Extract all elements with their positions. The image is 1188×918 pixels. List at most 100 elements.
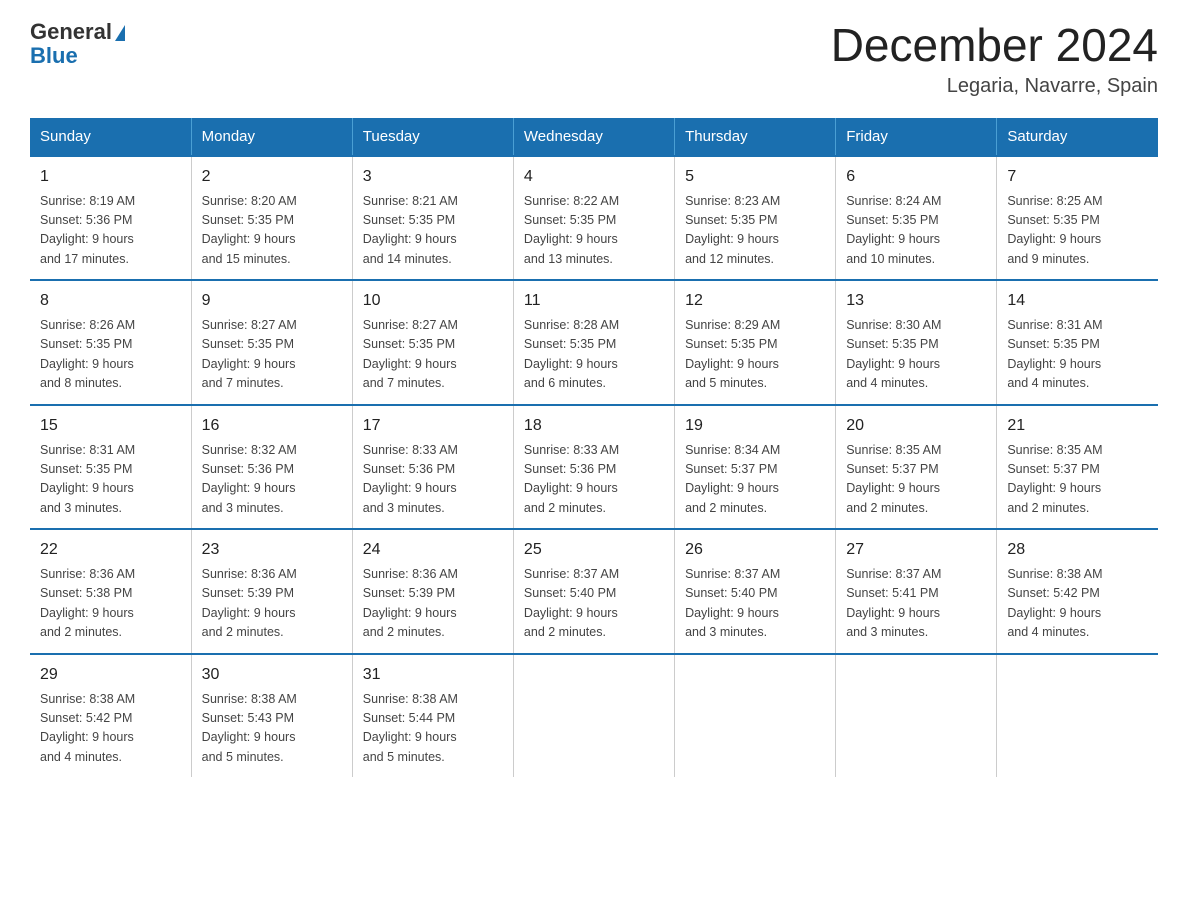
calendar-cell: 3Sunrise: 8:21 AMSunset: 5:35 PMDaylight…	[352, 156, 513, 281]
day-info: Sunrise: 8:33 AMSunset: 5:36 PMDaylight:…	[363, 441, 503, 519]
day-number: 2	[202, 165, 342, 189]
day-info: Sunrise: 8:26 AMSunset: 5:35 PMDaylight:…	[40, 316, 181, 394]
calendar-cell: 25 Sunrise: 8:37 AMSunset: 5:40 PMDayligh…	[513, 529, 674, 654]
calendar-cell: 10 Sunrise: 8:27 AMSunset: 5:35 PMDayligh…	[352, 280, 513, 405]
title-block: December 2024 Legaria, Navarre, Spain	[831, 20, 1158, 98]
day-number: 20	[846, 414, 986, 438]
logo-general-text: General	[30, 19, 112, 44]
day-info: Sunrise: 8:38 AMSunset: 5:44 PMDaylight:…	[363, 690, 503, 768]
day-number: 9	[202, 289, 342, 313]
day-number: 28	[1007, 538, 1148, 562]
day-info: Sunrise: 8:35 AMSunset: 5:37 PMDaylight:…	[1007, 441, 1148, 519]
calendar-cell: 11Sunrise: 8:28 AMSunset: 5:35 PMDayligh…	[513, 280, 674, 405]
calendar-cell: 6 Sunrise: 8:24 AMSunset: 5:35 PMDaylight…	[836, 156, 997, 281]
calendar-cell: 23 Sunrise: 8:36 AMSunset: 5:39 PMDayligh…	[191, 529, 352, 654]
day-number: 7	[1007, 165, 1148, 189]
logo-blue-text: Blue	[30, 43, 78, 68]
day-number: 12	[685, 289, 825, 313]
calendar-cell: 4Sunrise: 8:22 AMSunset: 5:35 PMDaylight…	[513, 156, 674, 281]
day-number: 18	[524, 414, 664, 438]
calendar-week-5: 29Sunrise: 8:38 AMSunset: 5:42 PMDayligh…	[30, 654, 1158, 778]
day-info: Sunrise: 8:38 AMSunset: 5:42 PMDaylight:…	[40, 690, 181, 768]
calendar-week-4: 22 Sunrise: 8:36 AMSunset: 5:38 PMDayligh…	[30, 529, 1158, 654]
day-number: 22	[40, 538, 181, 562]
calendar-week-1: 1 Sunrise: 8:19 AMSunset: 5:36 PMDaylight…	[30, 156, 1158, 281]
day-info: Sunrise: 8:27 AMSunset: 5:35 PMDaylight:…	[363, 316, 503, 394]
day-info: Sunrise: 8:31 AMSunset: 5:35 PMDaylight:…	[40, 441, 181, 519]
day-info: Sunrise: 8:37 AMSunset: 5:41 PMDaylight:…	[846, 565, 986, 643]
calendar-cell: 9 Sunrise: 8:27 AMSunset: 5:35 PMDaylight…	[191, 280, 352, 405]
day-info: Sunrise: 8:20 AMSunset: 5:35 PMDaylight:…	[202, 192, 342, 270]
calendar-header-row: SundayMondayTuesdayWednesdayThursdayFrid…	[30, 118, 1158, 156]
calendar-cell	[513, 654, 674, 778]
header-tuesday: Tuesday	[352, 118, 513, 156]
calendar-cell: 7 Sunrise: 8:25 AMSunset: 5:35 PMDaylight…	[997, 156, 1158, 281]
day-number: 1	[40, 165, 181, 189]
day-number: 8	[40, 289, 181, 313]
calendar-cell: 17Sunrise: 8:33 AMSunset: 5:36 PMDayligh…	[352, 405, 513, 530]
day-number: 5	[685, 165, 825, 189]
header-saturday: Saturday	[997, 118, 1158, 156]
day-info: Sunrise: 8:37 AMSunset: 5:40 PMDaylight:…	[685, 565, 825, 643]
day-info: Sunrise: 8:22 AMSunset: 5:35 PMDaylight:…	[524, 192, 664, 270]
day-number: 21	[1007, 414, 1148, 438]
calendar-cell: 13Sunrise: 8:30 AMSunset: 5:35 PMDayligh…	[836, 280, 997, 405]
day-info: Sunrise: 8:29 AMSunset: 5:35 PMDaylight:…	[685, 316, 825, 394]
day-number: 25	[524, 538, 664, 562]
day-info: Sunrise: 8:36 AMSunset: 5:38 PMDaylight:…	[40, 565, 181, 643]
calendar-cell: 20Sunrise: 8:35 AMSunset: 5:37 PMDayligh…	[836, 405, 997, 530]
calendar-cell: 16Sunrise: 8:32 AMSunset: 5:36 PMDayligh…	[191, 405, 352, 530]
logo: General Blue	[30, 20, 125, 68]
day-number: 19	[685, 414, 825, 438]
calendar-cell: 1 Sunrise: 8:19 AMSunset: 5:36 PMDaylight…	[30, 156, 191, 281]
header-monday: Monday	[191, 118, 352, 156]
calendar-cell	[675, 654, 836, 778]
header-friday: Friday	[836, 118, 997, 156]
calendar-cell: 12 Sunrise: 8:29 AMSunset: 5:35 PMDayligh…	[675, 280, 836, 405]
calendar-cell: 24 Sunrise: 8:36 AMSunset: 5:39 PMDayligh…	[352, 529, 513, 654]
day-info: Sunrise: 8:33 AMSunset: 5:36 PMDaylight:…	[524, 441, 664, 519]
day-number: 24	[363, 538, 503, 562]
day-number: 6	[846, 165, 986, 189]
day-number: 15	[40, 414, 181, 438]
day-info: Sunrise: 8:27 AMSunset: 5:35 PMDaylight:…	[202, 316, 342, 394]
calendar-week-2: 8 Sunrise: 8:26 AMSunset: 5:35 PMDaylight…	[30, 280, 1158, 405]
calendar-cell: 5 Sunrise: 8:23 AMSunset: 5:35 PMDaylight…	[675, 156, 836, 281]
day-number: 10	[363, 289, 503, 313]
day-info: Sunrise: 8:36 AMSunset: 5:39 PMDaylight:…	[202, 565, 342, 643]
day-number: 26	[685, 538, 825, 562]
day-info: Sunrise: 8:25 AMSunset: 5:35 PMDaylight:…	[1007, 192, 1148, 270]
day-info: Sunrise: 8:21 AMSunset: 5:35 PMDaylight:…	[363, 192, 503, 270]
day-number: 14	[1007, 289, 1148, 313]
day-number: 16	[202, 414, 342, 438]
header-sunday: Sunday	[30, 118, 191, 156]
day-number: 31	[363, 663, 503, 687]
day-number: 27	[846, 538, 986, 562]
header-wednesday: Wednesday	[513, 118, 674, 156]
calendar-cell: 29Sunrise: 8:38 AMSunset: 5:42 PMDayligh…	[30, 654, 191, 778]
calendar-cell: 21 Sunrise: 8:35 AMSunset: 5:37 PMDayligh…	[997, 405, 1158, 530]
day-info: Sunrise: 8:24 AMSunset: 5:35 PMDaylight:…	[846, 192, 986, 270]
logo-triangle-icon	[115, 25, 125, 41]
day-info: Sunrise: 8:23 AMSunset: 5:35 PMDaylight:…	[685, 192, 825, 270]
calendar-cell: 28Sunrise: 8:38 AMSunset: 5:42 PMDayligh…	[997, 529, 1158, 654]
calendar-week-3: 15 Sunrise: 8:31 AMSunset: 5:35 PMDayligh…	[30, 405, 1158, 530]
day-info: Sunrise: 8:30 AMSunset: 5:35 PMDaylight:…	[846, 316, 986, 394]
calendar-cell: 8 Sunrise: 8:26 AMSunset: 5:35 PMDaylight…	[30, 280, 191, 405]
calendar-cell: 15 Sunrise: 8:31 AMSunset: 5:35 PMDayligh…	[30, 405, 191, 530]
page-subtitle: Legaria, Navarre, Spain	[831, 75, 1158, 98]
header-thursday: Thursday	[675, 118, 836, 156]
day-info: Sunrise: 8:31 AMSunset: 5:35 PMDaylight:…	[1007, 316, 1148, 394]
logo-general-line: General	[30, 20, 125, 44]
day-info: Sunrise: 8:36 AMSunset: 5:39 PMDaylight:…	[363, 565, 503, 643]
day-number: 23	[202, 538, 342, 562]
page-header: General Blue December 2024 Legaria, Nava…	[30, 20, 1158, 98]
day-info: Sunrise: 8:37 AMSunset: 5:40 PMDaylight:…	[524, 565, 664, 643]
calendar-cell: 14 Sunrise: 8:31 AMSunset: 5:35 PMDayligh…	[997, 280, 1158, 405]
calendar-table: SundayMondayTuesdayWednesdayThursdayFrid…	[30, 118, 1158, 778]
calendar-cell: 27 Sunrise: 8:37 AMSunset: 5:41 PMDayligh…	[836, 529, 997, 654]
day-info: Sunrise: 8:19 AMSunset: 5:36 PMDaylight:…	[40, 192, 181, 270]
calendar-cell: 26 Sunrise: 8:37 AMSunset: 5:40 PMDayligh…	[675, 529, 836, 654]
day-info: Sunrise: 8:34 AMSunset: 5:37 PMDaylight:…	[685, 441, 825, 519]
calendar-cell: 2 Sunrise: 8:20 AMSunset: 5:35 PMDaylight…	[191, 156, 352, 281]
